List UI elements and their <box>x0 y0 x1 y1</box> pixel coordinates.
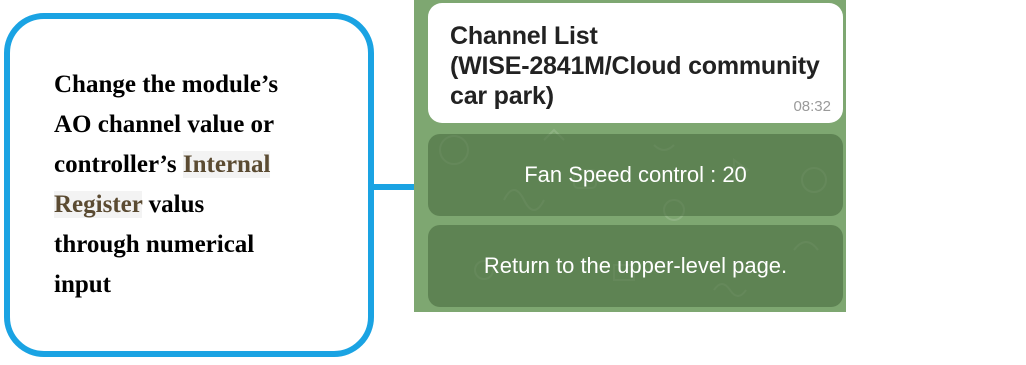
annotation-highlight: Internal <box>182 151 271 178</box>
annotation-text-fragment: controller’s <box>54 151 183 178</box>
message-title-line: (WISE-2841M/Cloud community car park) <box>450 52 820 110</box>
annotation-text: Change the module’s AO channel value or … <box>54 65 354 305</box>
annotation-line: AO channel value or <box>54 111 275 138</box>
fan-speed-control-button[interactable]: Fan Speed control : 20 <box>428 134 843 216</box>
annotation-line: through numerical <box>54 231 255 258</box>
message-timestamp: 08:32 <box>793 98 831 115</box>
message-bubble: Channel List (WISE-2841M/Cloud community… <box>428 3 843 123</box>
annotation-line: input <box>54 271 111 298</box>
chat-panel: Channel List (WISE-2841M/Cloud community… <box>414 0 846 312</box>
annotation-text-fragment: valus <box>142 191 205 218</box>
annotation-callout: Change the module’s AO channel value or … <box>4 13 374 357</box>
message-title-line: Channel List <box>450 22 598 50</box>
annotation-line: Register valus <box>54 185 354 225</box>
message-title: Channel List (WISE-2841M/Cloud community… <box>450 21 831 111</box>
return-upper-level-button[interactable]: Return to the upper-level page. <box>428 225 843 307</box>
annotation-line: controller’s Internal <box>54 145 354 185</box>
annotation-line: Change the module’s <box>54 71 279 98</box>
annotation-highlight: Register <box>54 191 143 218</box>
